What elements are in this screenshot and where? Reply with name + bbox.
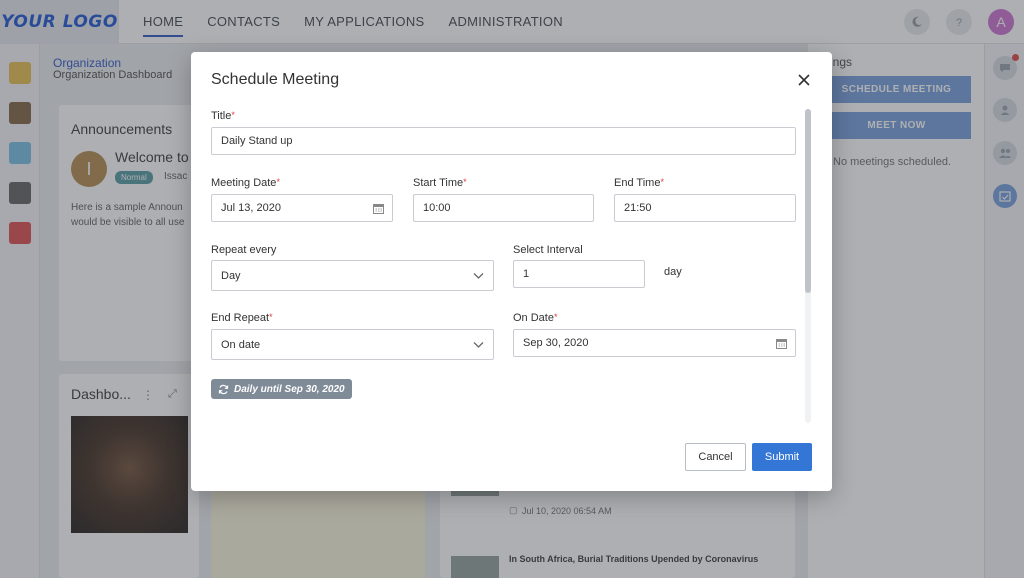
on-date-label-text: On Date xyxy=(513,312,554,324)
meeting-date-label: Meeting Date* xyxy=(211,177,280,189)
end-repeat-label: End Repeat* xyxy=(211,312,273,324)
submit-button[interactable]: Submit xyxy=(752,443,812,471)
meeting-date-label-text: Meeting Date xyxy=(211,177,277,189)
title-input[interactable] xyxy=(221,135,795,147)
end-repeat-select[interactable]: On date xyxy=(211,329,494,360)
chevron-down-icon xyxy=(473,273,484,279)
chevron-down-icon xyxy=(473,342,484,348)
end-time-label: End Time* xyxy=(614,177,664,189)
meeting-date-value: Jul 13, 2020 xyxy=(221,202,281,214)
title-label-text: Title xyxy=(211,110,232,122)
recurrence-summary-text: Daily until Sep 30, 2020 xyxy=(234,383,345,395)
on-date-value: Sep 30, 2020 xyxy=(523,337,589,349)
required-mark: * xyxy=(553,312,558,322)
required-mark: * xyxy=(231,110,235,120)
on-date-field[interactable]: Sep 30, 2020 xyxy=(513,329,796,357)
title-label: Title* xyxy=(211,110,235,122)
repeat-icon xyxy=(218,384,229,394)
recurrence-summary-badge: Daily until Sep 30, 2020 xyxy=(211,379,352,399)
start-time-value: 10:00 xyxy=(423,202,451,214)
end-time-label-text: End Time xyxy=(614,177,661,189)
start-time-field[interactable]: 10:00 xyxy=(413,194,594,222)
required-mark: * xyxy=(269,312,273,322)
select-interval-label: Select Interval xyxy=(513,244,583,256)
repeat-every-select[interactable]: Day xyxy=(211,260,494,291)
title-field[interactable] xyxy=(211,127,796,155)
repeat-every-label: Repeat every xyxy=(211,244,277,256)
end-time-value: 21:50 xyxy=(624,202,652,214)
start-time-label: Start Time* xyxy=(413,177,467,189)
required-mark: * xyxy=(463,177,467,187)
meeting-date-field[interactable]: Jul 13, 2020 xyxy=(211,194,393,222)
end-repeat-value: On date xyxy=(221,338,261,351)
close-icon[interactable] xyxy=(795,71,813,89)
interval-unit: day xyxy=(664,266,682,278)
interval-input[interactable] xyxy=(523,268,644,280)
end-time-field[interactable]: 21:50 xyxy=(614,194,796,222)
required-mark: * xyxy=(660,177,664,187)
dialog-title: Schedule Meeting xyxy=(211,71,340,88)
calendar-icon[interactable] xyxy=(776,338,787,349)
schedule-meeting-dialog: Schedule Meeting Title* Meeting Date* Ju… xyxy=(191,52,832,491)
interval-field[interactable] xyxy=(513,260,645,288)
repeat-every-value: Day xyxy=(221,269,241,282)
calendar-icon[interactable] xyxy=(373,203,384,214)
required-mark: * xyxy=(276,177,280,187)
cancel-button[interactable]: Cancel xyxy=(685,443,746,471)
on-date-label: On Date* xyxy=(513,312,557,324)
dialog-scrollbar-thumb[interactable] xyxy=(805,109,811,293)
start-time-label-text: Start Time xyxy=(413,177,464,189)
end-repeat-label-text: End Repeat xyxy=(211,312,270,324)
